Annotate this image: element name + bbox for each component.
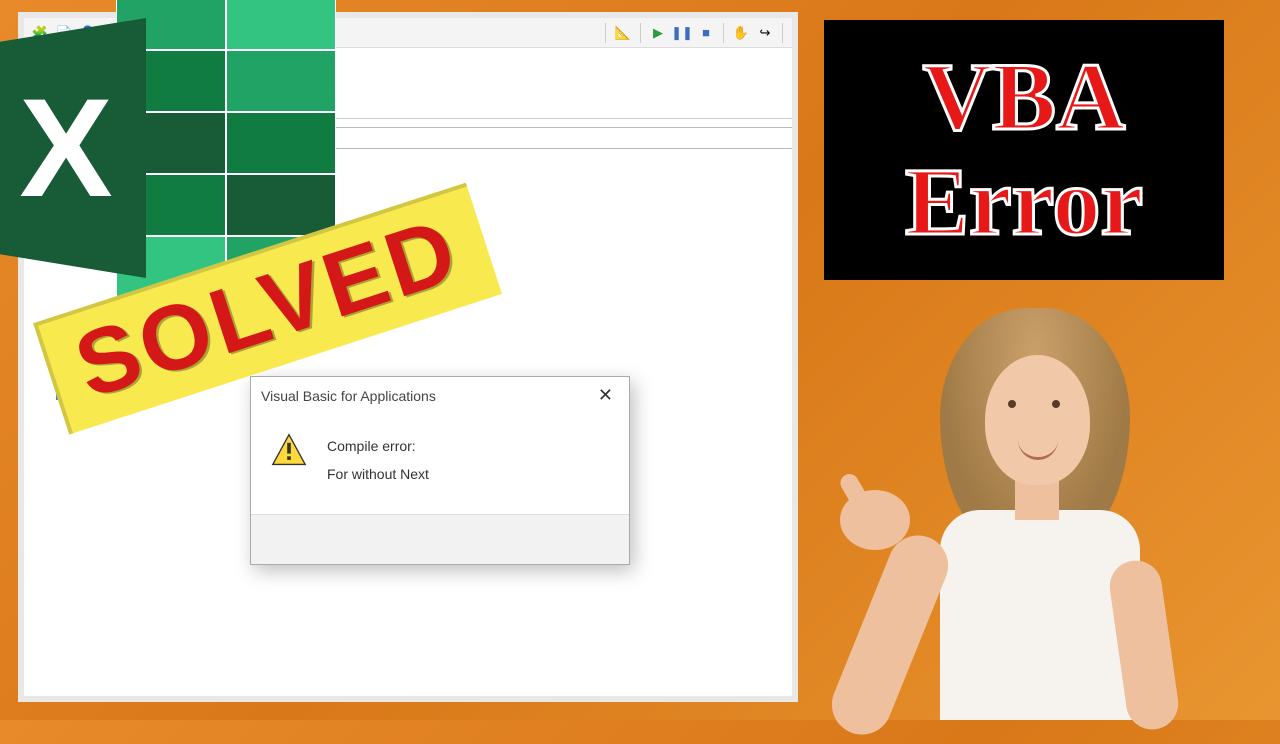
run-icon[interactable]: ▶ bbox=[648, 23, 668, 43]
stop-icon[interactable]: ■ bbox=[696, 23, 716, 43]
dialog-titlebar: Visual Basic for Applications ✕ bbox=[251, 377, 629, 414]
dialog-line1: Compile error: bbox=[327, 432, 429, 460]
toolbar-separator bbox=[640, 23, 641, 43]
presenter-arm-left bbox=[823, 526, 957, 743]
toolbar-separator bbox=[723, 23, 724, 43]
close-icon[interactable]: ✕ bbox=[592, 385, 619, 406]
dialog-message: Compile error: For without Next bbox=[327, 432, 429, 488]
title-box: VBA Error bbox=[824, 20, 1224, 280]
hand-icon[interactable]: ✋ bbox=[731, 23, 751, 43]
dialog-line2: For without Next bbox=[327, 460, 429, 488]
presenter-eye bbox=[1052, 400, 1060, 408]
toolbar-separator bbox=[782, 23, 783, 43]
excel-x-icon: X bbox=[0, 18, 146, 278]
dialog-body: Compile error: For without Next bbox=[251, 414, 629, 514]
toggle-icon[interactable]: 📐 bbox=[613, 23, 633, 43]
presenter-figure bbox=[830, 300, 1210, 720]
presenter-torso bbox=[940, 510, 1140, 720]
error-dialog: Visual Basic for Applications ✕ Compile … bbox=[250, 376, 630, 565]
dialog-footer bbox=[251, 514, 629, 564]
presenter-face bbox=[985, 355, 1090, 485]
dialog-title-text: Visual Basic for Applications bbox=[261, 388, 436, 404]
pause-icon[interactable]: ❚❚ bbox=[672, 23, 692, 43]
presenter-eye bbox=[1008, 400, 1016, 408]
step-icon[interactable]: ↪ bbox=[755, 23, 775, 43]
title-line1: VBA bbox=[923, 47, 1126, 148]
warning-icon bbox=[271, 432, 307, 468]
toolbar-separator bbox=[605, 23, 606, 43]
title-line2: Error bbox=[905, 152, 1143, 253]
